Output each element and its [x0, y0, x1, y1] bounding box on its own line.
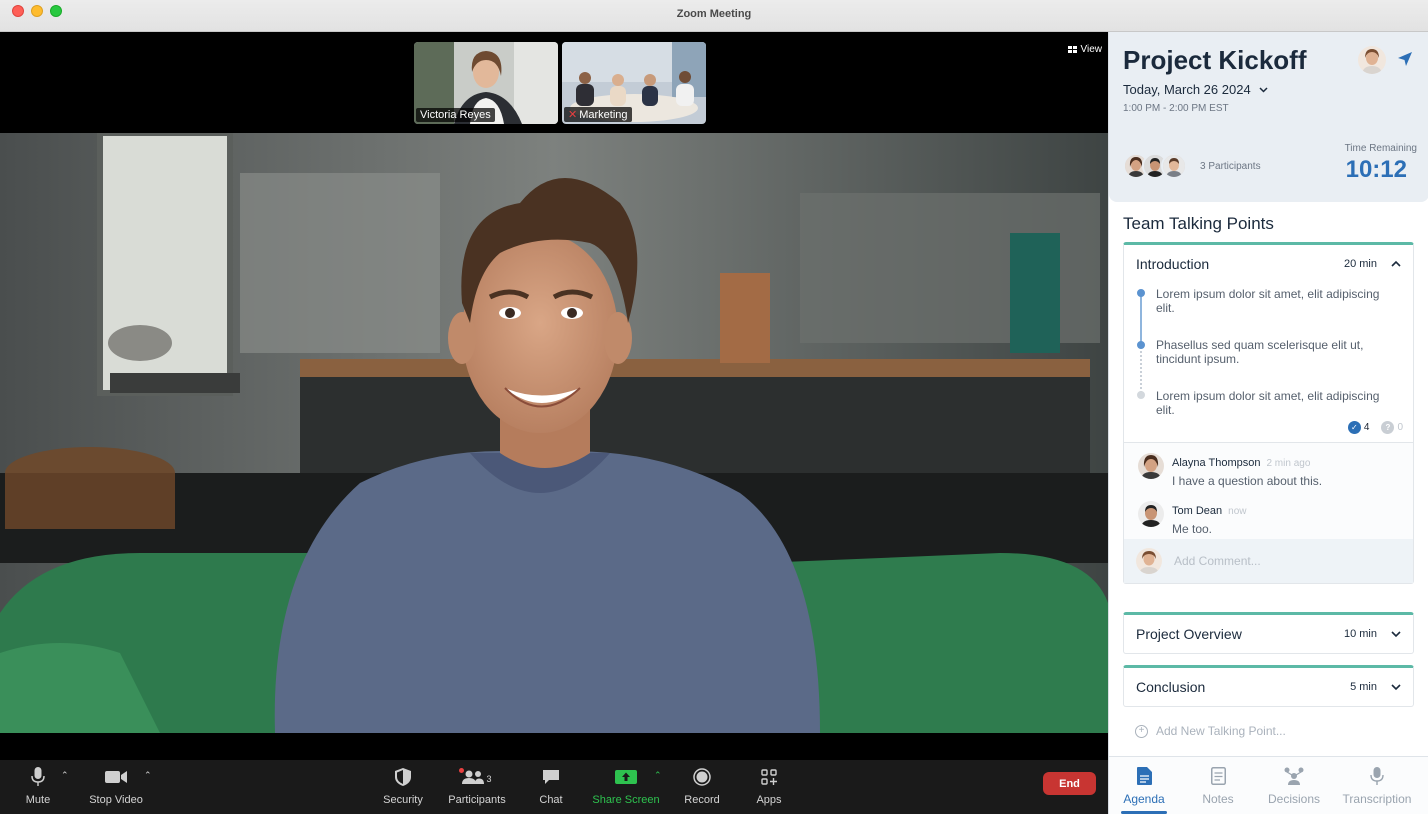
- avatar: [1136, 548, 1162, 574]
- question-vote[interactable]: ? 0: [1381, 421, 1403, 434]
- vote-counts: ✓ 4 ? 0: [1347, 421, 1403, 434]
- participant-thumbnail-marketing[interactable]: ✕ Marketing: [562, 42, 706, 124]
- record-icon: [682, 766, 722, 788]
- tab-decisions[interactable]: Decisions: [1259, 767, 1329, 806]
- add-comment-input[interactable]: [1174, 554, 1374, 568]
- record-button[interactable]: Record: [682, 766, 722, 806]
- time-remaining-value: 10:12: [1345, 156, 1407, 183]
- comment: Tom Dean now Me too.: [1138, 501, 1247, 536]
- chat-bubble-icon: [534, 766, 568, 788]
- end-meeting-button[interactable]: End: [1043, 772, 1096, 795]
- talking-point-header[interactable]: Conclusion 5 min: [1124, 668, 1413, 706]
- chevron-down-icon: [1391, 631, 1401, 638]
- chevron-down-icon: [1259, 86, 1268, 93]
- avatar: [1138, 501, 1164, 527]
- mic-muted-icon: ✕: [568, 109, 578, 121]
- share-options-chevron-icon[interactable]: ⌃: [654, 770, 662, 781]
- completed-vote[interactable]: ✓ 4: [1347, 421, 1369, 434]
- microphone-icon: [20, 766, 56, 788]
- avatar: [1161, 153, 1187, 179]
- talking-point-header[interactable]: Introduction 20 min: [1124, 245, 1413, 283]
- share-screen-button[interactable]: Share Screen: [590, 766, 662, 806]
- thumbnail-name-label: Victoria Reyes: [416, 108, 495, 122]
- notes-icon: [1197, 767, 1239, 787]
- audio-options-chevron-icon[interactable]: ⌃: [61, 770, 69, 781]
- participants-button[interactable]: 3 Participants: [446, 766, 508, 806]
- participant-thumbnail-victoria[interactable]: Victoria Reyes: [414, 42, 558, 124]
- timeline-progress: [1140, 293, 1142, 345]
- tab-notes[interactable]: Notes: [1197, 767, 1239, 806]
- meeting-agenda-panel: Project Kickoff Today, March 26 2024 1:0…: [1108, 32, 1428, 814]
- send-icon[interactable]: [1398, 52, 1412, 71]
- comment: Alayna Thompson 2 min ago I have a questi…: [1138, 453, 1322, 488]
- talking-point-project-overview: Project Overview 10 min: [1123, 612, 1414, 654]
- shield-icon: [380, 766, 426, 788]
- meeting-title: Project Kickoff: [1123, 45, 1307, 75]
- talking-point-introduction: Introduction 20 min Lorem ipsum dolor si…: [1123, 242, 1414, 584]
- add-talking-point-button[interactable]: + Add New Talking Point...: [1135, 724, 1286, 738]
- timeline-remaining: [1140, 347, 1142, 393]
- meeting-header: Project Kickoff Today, March 26 2024 1:0…: [1109, 32, 1428, 202]
- decisions-icon: [1259, 767, 1329, 787]
- comments-thread: Alayna Thompson 2 min ago I have a questi…: [1124, 443, 1413, 583]
- view-button[interactable]: View: [1067, 44, 1102, 55]
- check-icon: ✓: [1347, 421, 1361, 434]
- agenda-document-icon: [1121, 767, 1167, 787]
- section-title: Team Talking Points: [1123, 214, 1274, 233]
- tab-transcription[interactable]: Transcription: [1337, 767, 1417, 806]
- panel-tab-bar: Agenda Notes Decisions Transcription: [1109, 756, 1428, 814]
- participants-count-label: 3 Participants: [1200, 161, 1261, 172]
- time-remaining-label: Time Remaining: [1344, 143, 1417, 154]
- add-comment-row: [1124, 539, 1413, 583]
- chevron-up-icon: [1391, 260, 1401, 267]
- video-options-chevron-icon[interactable]: ⌃: [144, 770, 152, 781]
- talking-point-item[interactable]: Lorem ipsum dolor sit amet, elit adipisc…: [1156, 287, 1396, 315]
- talking-point-body: Lorem ipsum dolor sit amet, elit adipisc…: [1124, 283, 1413, 443]
- participant-avatars[interactable]: [1123, 153, 1187, 179]
- video-camera-icon: [86, 766, 146, 788]
- video-area: Victoria Reyes ✕ Marketing View: [0, 32, 1108, 760]
- apps-button[interactable]: Apps: [753, 766, 785, 806]
- share-screen-icon: [590, 766, 662, 788]
- timeline-dot-done: [1137, 289, 1145, 297]
- timeline-dot-pending: [1137, 391, 1145, 399]
- host-avatar[interactable]: [1358, 46, 1386, 74]
- question-icon: ?: [1381, 421, 1395, 434]
- security-button[interactable]: Security: [380, 766, 426, 806]
- chevron-down-icon: [1391, 684, 1401, 691]
- grid-view-icon: [1067, 46, 1077, 53]
- talking-point-conclusion: Conclusion 5 min: [1123, 665, 1414, 707]
- meeting-date-selector[interactable]: Today, March 26 2024: [1123, 82, 1268, 97]
- talking-point-item[interactable]: Phasellus sed quam scelerisque elit ut, …: [1156, 338, 1396, 366]
- thumbnail-name-label: ✕ Marketing: [564, 107, 632, 122]
- talking-point-header[interactable]: Project Overview 10 min: [1124, 615, 1413, 653]
- apps-icon: [753, 766, 785, 788]
- window-titlebar: Zoom Meeting: [0, 0, 1428, 32]
- tab-agenda[interactable]: Agenda: [1121, 767, 1167, 806]
- main-speaker-video: [0, 133, 1108, 733]
- avatar: [1138, 453, 1164, 479]
- window-title: Zoom Meeting: [676, 8, 752, 20]
- timeline-dot-done: [1137, 341, 1145, 349]
- meeting-time-range: 1:00 PM - 2:00 PM EST: [1123, 103, 1229, 114]
- plus-icon: +: [1135, 724, 1148, 738]
- participants-icon: 3: [446, 766, 508, 788]
- microphone-icon: [1337, 767, 1417, 787]
- mute-button[interactable]: Mute: [20, 766, 56, 806]
- chat-button[interactable]: Chat: [534, 766, 568, 806]
- stop-video-button[interactable]: Stop Video: [86, 766, 146, 806]
- talking-point-item[interactable]: Lorem ipsum dolor sit amet, elit adipisc…: [1156, 389, 1396, 417]
- meeting-toolbar: Mute ⌃ Stop Video ⌃ Security 3 Participa…: [0, 760, 1108, 814]
